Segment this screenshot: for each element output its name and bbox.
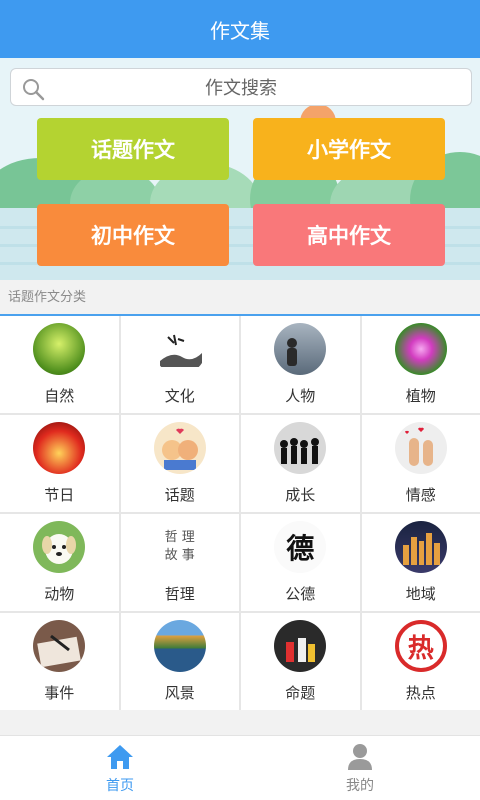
tab-mine[interactable]: 我的 xyxy=(240,736,480,800)
topic-animals[interactable]: 动物 xyxy=(0,514,119,611)
topic-events[interactable]: 事件 xyxy=(0,613,119,710)
philosophy-text-icon: 哲 理 故 事 xyxy=(153,521,206,573)
tab-home-label: 首页 xyxy=(106,777,134,794)
topic-nature[interactable]: 自然 xyxy=(0,316,119,413)
senior-high-essay-button[interactable]: 高中作文 xyxy=(253,204,445,266)
topic-emotion[interactable]: 情感 xyxy=(361,415,480,512)
section-title: 话题作文分类 xyxy=(8,290,87,305)
topic-festival[interactable]: 节日 xyxy=(0,415,119,512)
topic-philosophy[interactable]: 哲 理 故 事 哲理 xyxy=(120,514,239,611)
primary-school-essay-button[interactable]: 小学作文 xyxy=(253,118,445,180)
topic-plants[interactable]: 植物 xyxy=(361,316,480,413)
bottom-tab-bar: 首页 我的 xyxy=(0,735,480,800)
calligraphy-de-icon: 德 xyxy=(274,521,327,573)
topic-region[interactable]: 地域 xyxy=(361,514,480,611)
search-placeholder: 作文搜索 xyxy=(205,78,277,99)
app-title: 作文集 xyxy=(210,18,270,43)
topic-grid: 自然 文化 人物 植物 节日 话题 成长 情感 动物 哲 理 故 事 哲理 德 … xyxy=(0,316,480,710)
topic-topic[interactable]: 话题 xyxy=(120,415,239,512)
person-by-sea-photo-icon xyxy=(274,323,327,375)
grass-photo-icon xyxy=(33,323,86,375)
junior-high-essay-button[interactable]: 初中作文 xyxy=(37,204,229,266)
home-icon xyxy=(107,744,133,769)
tab-home[interactable]: 首页 xyxy=(0,736,240,800)
finger-puppets-icon xyxy=(394,422,447,474)
cartoon-couple-icon xyxy=(153,422,206,474)
city-night-photo-icon xyxy=(394,521,447,573)
topic-scenery[interactable]: 风景 xyxy=(120,613,239,710)
ink-painting-icon xyxy=(153,323,206,375)
lanterns-photo-icon xyxy=(33,422,86,474)
topic-morality[interactable]: 德 公德 xyxy=(241,514,360,611)
puppy-photo-icon xyxy=(33,521,86,573)
topic-growth[interactable]: 成长 xyxy=(241,415,360,512)
topic-essay-button[interactable]: 话题作文 xyxy=(37,118,229,180)
topic-assigned[interactable]: 命题 xyxy=(241,613,360,710)
topic-culture[interactable]: 文化 xyxy=(120,316,239,413)
topic-hot[interactable]: 热 热点 xyxy=(361,613,480,710)
hot-stamp-icon: 热 xyxy=(394,620,447,672)
app-title-bar: 作文集 xyxy=(0,0,480,58)
tab-mine-label: 我的 xyxy=(346,777,374,794)
search-icon xyxy=(23,79,45,101)
candles-photo-icon xyxy=(274,620,327,672)
writing-hand-photo-icon xyxy=(33,620,86,672)
topic-people[interactable]: 人物 xyxy=(241,316,360,413)
user-icon xyxy=(348,743,372,770)
pink-flower-photo-icon xyxy=(394,323,447,375)
lake-landscape-photo-icon xyxy=(153,620,206,672)
search-input[interactable]: 作文搜索 xyxy=(10,68,472,106)
silhouettes-icon xyxy=(274,422,327,474)
